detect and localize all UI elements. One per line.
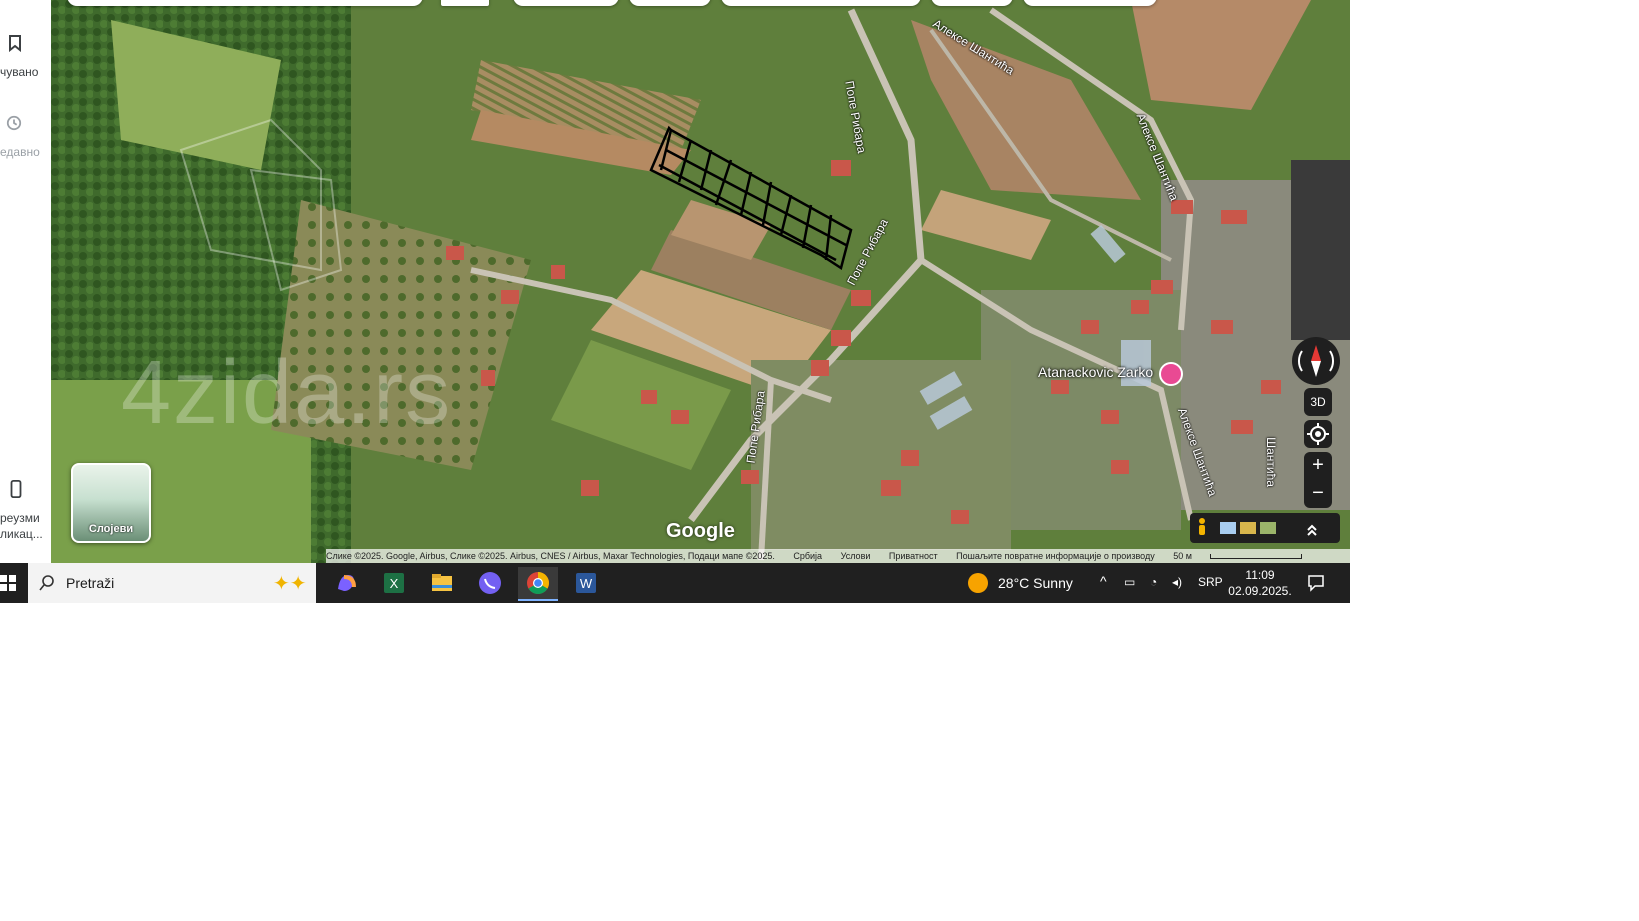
chrome-app-icon[interactable] xyxy=(518,567,558,601)
taskbar: Pretraži ✦✦ X W 28°C Sunny ^ ▭ ◔ ◂) SRP xyxy=(0,563,1350,603)
satellite-map[interactable]: 4zida.rs Алексе Шантића Алексе Шантића П… xyxy=(51,0,1350,563)
scale-label[interactable]: 50 м xyxy=(1173,551,1192,561)
sparkle-icon: ✦✦ xyxy=(273,573,307,595)
place-label[interactable]: Atanackovic Zarko xyxy=(1038,364,1153,380)
category-chip-4[interactable] xyxy=(931,0,1013,6)
clock-date: 02.09.2025. xyxy=(1228,584,1292,598)
clock[interactable]: 11:09 02.09.2025. xyxy=(1225,567,1295,599)
search-icon xyxy=(39,575,54,591)
taskbar-search[interactable]: Pretraži ✦✦ xyxy=(28,563,316,603)
category-chip-5[interactable] xyxy=(1023,0,1157,6)
compass-icon xyxy=(1297,345,1335,377)
battery-icon[interactable]: ▭ xyxy=(1124,575,1135,589)
layers-label: Слојеви xyxy=(88,523,134,535)
location-target-icon xyxy=(1307,423,1329,445)
notification-icon[interactable] xyxy=(1307,574,1325,592)
weather-text: 28°C Sunny xyxy=(998,575,1073,591)
weather-widget[interactable]: 28°C Sunny xyxy=(968,571,1108,595)
history-icon xyxy=(6,115,22,131)
zoom-control: + − xyxy=(1304,452,1332,508)
zoom-out-button[interactable]: − xyxy=(1304,480,1332,508)
download-rail-label-1: реузми xyxy=(0,511,40,525)
download-rail-label-2: ликац... xyxy=(0,527,43,541)
saved-rail-label: чувано xyxy=(0,65,39,79)
privacy-link[interactable]: Приватност xyxy=(889,551,938,561)
street-label: Шантића xyxy=(1263,437,1278,487)
my-location-button[interactable] xyxy=(1304,420,1332,448)
copilot-app-icon[interactable] xyxy=(326,567,366,599)
sun-icon xyxy=(968,573,988,593)
zoom-in-button[interactable]: + xyxy=(1304,452,1332,480)
windows-start-icon[interactable] xyxy=(0,575,16,591)
volume-icon[interactable]: ◂) xyxy=(1172,575,1182,589)
category-chip-2[interactable] xyxy=(629,0,711,6)
pegman-icon xyxy=(1199,518,1205,524)
category-chip-3[interactable] xyxy=(721,0,921,6)
scale-bar xyxy=(1210,554,1303,560)
satellite-imagery xyxy=(51,0,1350,563)
layers-button[interactable]: Слојеви xyxy=(71,463,151,543)
bookmark-icon xyxy=(9,35,21,52)
imagery-attribution: Слике ©2025. Google, Airbus, Слике ©2025… xyxy=(326,551,775,561)
download-rail-item[interactable]: реузми ликац... xyxy=(0,480,51,541)
pegman-and-thumbnails xyxy=(1199,518,1317,536)
screen: чувано едавно реузми ликац... 4zida.rs А… xyxy=(0,0,1350,603)
search-box[interactable] xyxy=(67,0,423,6)
compass-button[interactable] xyxy=(1292,337,1340,385)
left-rail: чувано едавно реузми ликац... xyxy=(0,0,52,563)
word-app-icon[interactable]: W xyxy=(566,567,606,599)
recent-rail-label: едавно xyxy=(0,145,40,159)
google-logo: Google xyxy=(666,520,735,542)
category-chip-1[interactable] xyxy=(513,0,619,6)
viber-app-icon[interactable] xyxy=(470,567,510,599)
phone-icon xyxy=(10,480,22,498)
excel-app-icon[interactable]: X xyxy=(374,567,414,599)
directions-button[interactable] xyxy=(441,0,489,6)
svg-text:X: X xyxy=(390,576,399,591)
street-view-bar xyxy=(1190,513,1340,543)
language-indicator[interactable]: SRP xyxy=(1198,575,1223,589)
expand-up-icon xyxy=(1307,524,1317,536)
watermark: 4zida.rs xyxy=(121,343,453,443)
terms-link[interactable]: Услови xyxy=(841,551,871,561)
map-attribution: Слике ©2025. Google, Airbus, Слике ©2025… xyxy=(326,549,1350,563)
chevron-up-icon[interactable]: ^ xyxy=(1100,573,1107,589)
feedback-link[interactable]: Пошаљите повратне информације о производ… xyxy=(956,551,1155,561)
recent-rail-item[interactable]: едавно xyxy=(0,112,51,160)
hotel-pin-icon[interactable] xyxy=(1159,362,1183,386)
search-placeholder: Pretraži xyxy=(66,575,115,591)
svg-text:W: W xyxy=(580,576,593,591)
country-link[interactable]: Србија xyxy=(793,551,822,561)
3d-button[interactable]: 3D xyxy=(1304,388,1332,416)
clock-time: 11:09 xyxy=(1245,568,1275,582)
saved-rail-item[interactable]: чувано xyxy=(0,32,51,80)
wifi-icon[interactable]: ◔ xyxy=(1150,575,1157,589)
file-explorer-icon[interactable] xyxy=(422,567,462,599)
